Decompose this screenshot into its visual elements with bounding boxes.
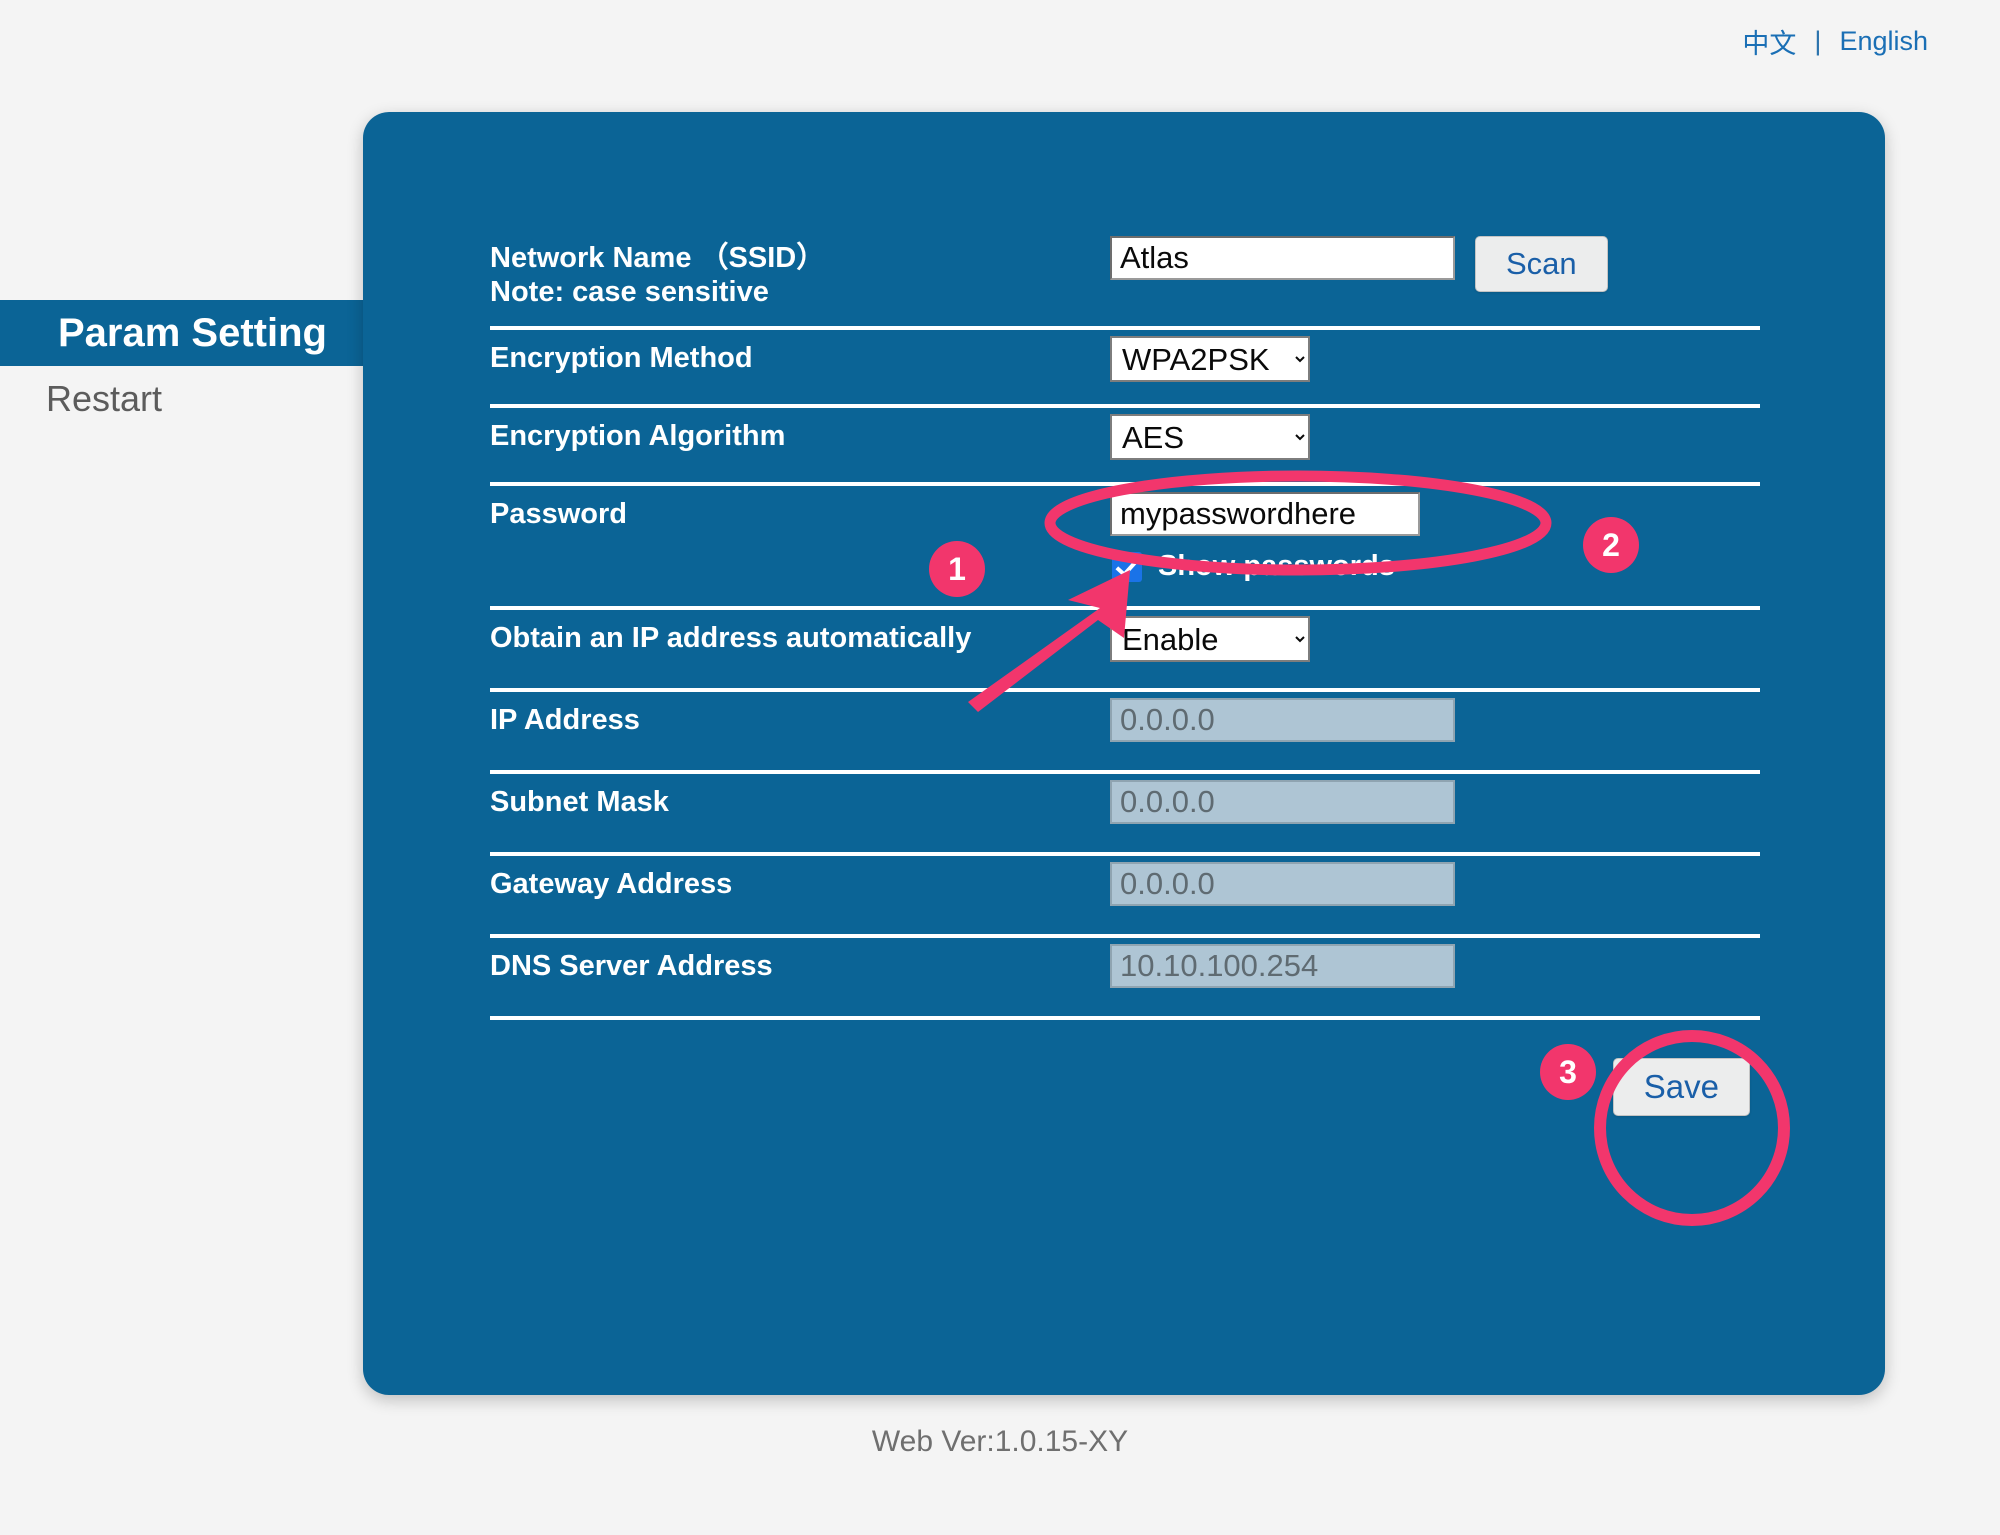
encryption-algorithm-label: Encryption Algorithm (490, 420, 786, 452)
footer-version: Web Ver:1.0.15-XY (871, 1425, 1129, 1458)
encryption-method-controls: WPA2PSK (1110, 330, 1760, 382)
side-navigation: Param Setting Restart (0, 300, 390, 432)
save-button[interactable]: Save (1612, 1058, 1750, 1116)
scan-button[interactable]: Scan (1475, 236, 1608, 292)
show-passwords-checkbox[interactable] (1112, 551, 1142, 582)
gateway-address-input (1110, 862, 1455, 906)
ssid-note: Note: case sensitive (490, 275, 769, 308)
password-controls: Show passwords (1110, 486, 1760, 601)
ip-address-input (1110, 698, 1455, 742)
encryption-algorithm-controls: AES (1110, 408, 1760, 460)
row-gateway-address: Gateway Address (490, 856, 1760, 938)
show-passwords-label: Show passwords (1158, 550, 1395, 582)
row-encryption-algorithm: Encryption Algorithm AES (490, 408, 1760, 486)
subnet-mask-input (1110, 780, 1455, 824)
row-encryption-method: Encryption Method WPA2PSK (490, 330, 1760, 408)
row-ssid: Network Name （SSID） Note: case sensitive… (490, 230, 1760, 330)
ssid-input[interactable] (1110, 236, 1455, 280)
dns-server-address-label: DNS Server Address (490, 950, 773, 982)
ip-address-controls (1110, 692, 1760, 742)
gateway-address-label: Gateway Address (490, 868, 733, 900)
ssid-controls: Scan (1110, 230, 1760, 292)
encryption-method-label: Encryption Method (490, 342, 753, 374)
annotation-badge-3: 3 (1540, 1044, 1596, 1100)
language-link-english[interactable]: English (1839, 26, 1928, 57)
password-label: Password (490, 498, 627, 530)
subnet-mask-controls (1110, 774, 1760, 824)
settings-panel: Network Name （SSID） Note: case sensitive… (363, 112, 1885, 1395)
language-separator: | (1814, 26, 1822, 56)
subnet-mask-label: Subnet Mask (490, 786, 669, 818)
show-passwords-row: Show passwords (1110, 550, 1395, 583)
ssid-label-text: Network Name （SSID） (490, 242, 826, 274)
dns-server-address-input (1110, 944, 1455, 988)
password-input[interactable] (1110, 492, 1420, 536)
sidebar-item-label: Restart (46, 378, 163, 419)
annotation-badge-2: 2 (1583, 517, 1639, 573)
dhcp-controls: Enable (1110, 610, 1760, 662)
language-link-chinese[interactable]: 中文 (1742, 22, 1796, 61)
dhcp-label: Obtain an IP address automatically (490, 622, 972, 654)
sidebar-item-param-setting[interactable]: Param Setting (0, 300, 390, 366)
row-password: Password Show passwords (490, 486, 1760, 610)
encryption-algorithm-select[interactable]: AES (1110, 414, 1310, 460)
annotation-badge-1: 1 (929, 541, 985, 597)
sidebar-item-label: Param Setting (58, 310, 327, 355)
language-bar: 中文 | English (1742, 22, 1928, 61)
dns-server-address-controls (1110, 938, 1760, 988)
ssid-label: Network Name （SSID） Note: case sensitive (490, 230, 1110, 309)
gateway-address-controls (1110, 856, 1760, 906)
row-ip-address: IP Address (490, 692, 1760, 774)
dhcp-select[interactable]: Enable (1110, 616, 1310, 662)
wifi-settings-form: Network Name （SSID） Note: case sensitive… (490, 230, 1760, 1170)
ip-address-label: IP Address (490, 704, 640, 736)
encryption-method-select[interactable]: WPA2PSK (1110, 336, 1310, 382)
row-dhcp: Obtain an IP address automatically Enabl… (490, 610, 1760, 692)
row-subnet-mask: Subnet Mask (490, 774, 1760, 856)
row-dns-server-address: DNS Server Address (490, 938, 1760, 1020)
sidebar-item-restart[interactable]: Restart (0, 366, 390, 432)
